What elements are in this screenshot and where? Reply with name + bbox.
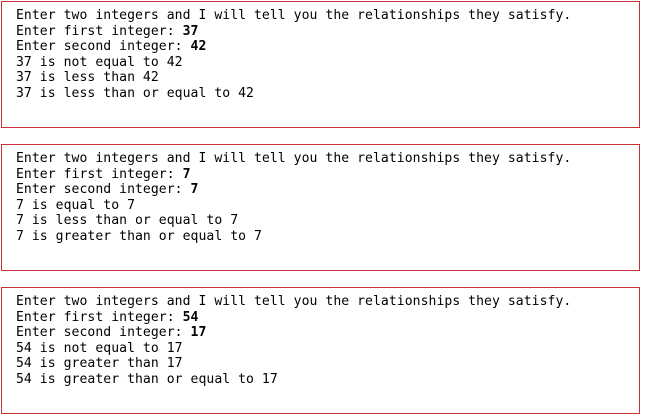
prompt-line: Enter two integers and I will tell you t… [16,8,572,23]
prompt-line: Enter two integers and I will tell you t… [16,151,572,166]
second-integer-value: 17 [190,325,207,341]
first-integer-value: 54 [182,309,199,325]
console-output-panel: Enter two integers and I will tell you t… [1,144,640,271]
second-integer-value: 7 [190,182,199,198]
first-integer-value: 7 [182,166,191,182]
result-line: 54 is greater than or equal to 17 [16,371,278,387]
result-line: 37 is less than or equal to 42 [16,85,254,101]
first-integer-label: Enter first integer: [16,23,183,39]
first-integer-line: Enter first integer: 7 [16,167,639,183]
prompt-line: Enter two integers and I will tell you t… [16,294,572,309]
second-integer-line: Enter second integer: 17 [16,325,639,341]
first-integer-label: Enter first integer: [16,166,183,182]
console-output-panel: Enter two integers and I will tell you t… [1,1,640,128]
first-integer-line: Enter first integer: 37 [16,24,639,40]
first-integer-value: 37 [182,23,199,39]
console-output-panel: Enter two integers and I will tell you t… [1,287,640,414]
result-line: 54 is not equal to 17 [16,340,183,356]
first-integer-line: Enter first integer: 54 [16,310,639,326]
second-integer-line: Enter second integer: 7 [16,182,639,198]
result-line: 37 is not equal to 42 [16,54,183,70]
second-integer-label: Enter second integer: [16,182,191,198]
second-integer-value: 42 [190,39,207,55]
result-line: 7 is greater than or equal to 7 [16,228,262,244]
first-integer-label: Enter first integer: [16,309,183,325]
result-line: 7 is less than or equal to 7 [16,213,239,229]
result-line: 37 is less than 42 [16,70,159,86]
second-integer-label: Enter second integer: [16,39,191,55]
second-integer-line: Enter second integer: 42 [16,39,639,55]
result-line: 7 is equal to 7 [16,197,135,213]
second-integer-label: Enter second integer: [16,325,191,341]
result-line: 54 is greater than 17 [16,356,183,372]
